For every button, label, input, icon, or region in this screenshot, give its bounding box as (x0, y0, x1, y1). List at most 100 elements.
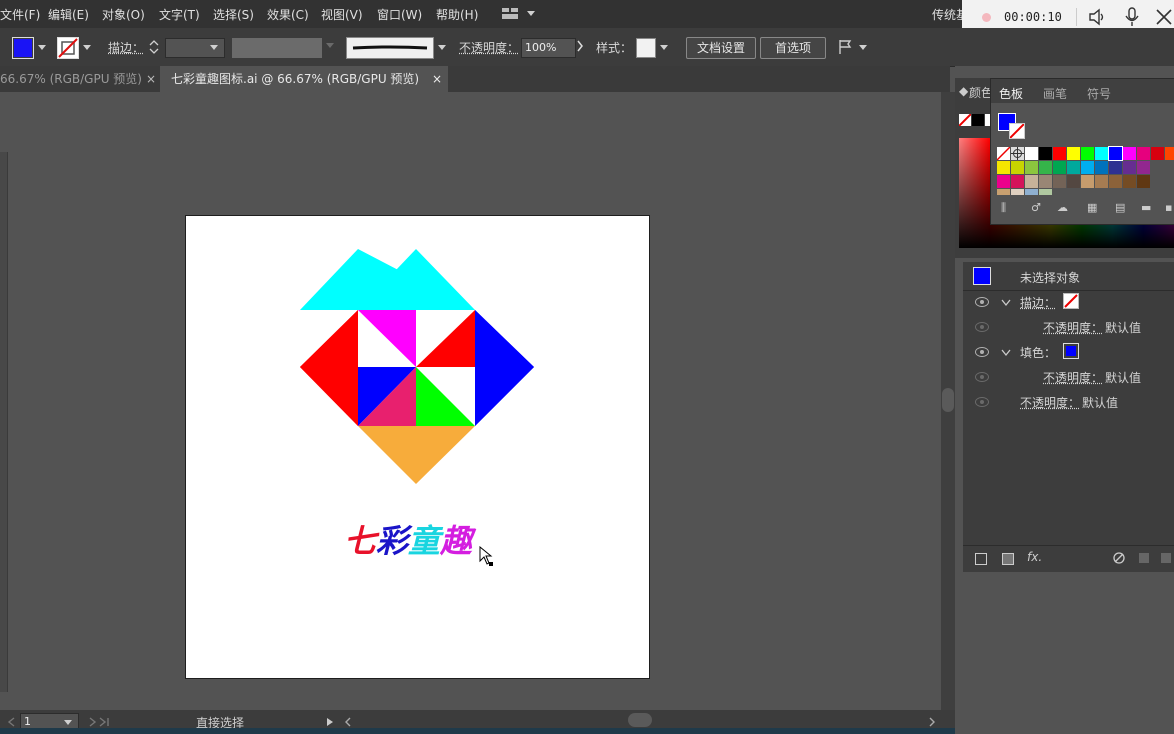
chevron-down-icon[interactable] (64, 720, 72, 725)
color-swatch[interactable] (1067, 175, 1080, 188)
stroke-none-swatch[interactable] (1063, 293, 1079, 309)
chevron-down-icon[interactable] (660, 45, 668, 50)
visibility-eye-icon[interactable] (975, 297, 989, 307)
color-swatch[interactable] (1123, 175, 1136, 188)
menu-effect[interactable]: 效果(C) (267, 6, 309, 23)
collapse-icon[interactable]: ◆ (959, 84, 968, 98)
arrange-documents-icon[interactable] (838, 38, 856, 59)
tab-brushes[interactable]: 画笔 (1043, 85, 1067, 102)
color-swatch[interactable] (1053, 175, 1066, 188)
stroke-row-label[interactable]: 描边： (1020, 294, 1056, 311)
color-swatch[interactable] (1123, 161, 1136, 174)
color-swatch[interactable] (1109, 147, 1122, 160)
workspace-layout-icon[interactable] (502, 8, 518, 19)
chevron-down-icon[interactable] (210, 45, 218, 50)
artwork-graphic[interactable] (186, 216, 649, 678)
speaker-icon[interactable] (1088, 8, 1106, 29)
stroke-weight-stepper-icon[interactable] (149, 38, 159, 59)
color-swatch[interactable] (1081, 161, 1094, 174)
swatch-library-icon[interactable]: ⫼ (1001, 201, 1006, 215)
stroke-none-swatch[interactable] (57, 37, 79, 59)
fill-row-swatch[interactable] (1063, 343, 1079, 359)
stroke-indicator[interactable] (1009, 123, 1025, 139)
color-swatch[interactable] (1123, 147, 1136, 160)
color-swatch[interactable] (1095, 147, 1108, 160)
pattern-swatch[interactable] (1025, 189, 1038, 195)
chevron-down-icon[interactable] (83, 45, 91, 50)
color-swatch[interactable] (1039, 147, 1052, 160)
vertical-scroll-thumb[interactable] (942, 388, 954, 412)
color-group-icon[interactable]: ▤ (1115, 201, 1125, 214)
swatch-options-icon[interactable]: ▦ (1087, 201, 1097, 214)
variable-width-profile[interactable] (232, 38, 322, 58)
menu-object[interactable]: 对象(O) (102, 6, 145, 23)
color-swatch[interactable] (1095, 161, 1108, 174)
close-icon[interactable] (1156, 9, 1172, 28)
color-swatch[interactable] (1137, 175, 1150, 188)
color-swatch[interactable] (1151, 147, 1164, 160)
menu-view[interactable]: 视图(V) (321, 6, 363, 23)
object-opacity-label[interactable]: 不透明度： (1020, 394, 1080, 411)
close-icon[interactable]: × (146, 66, 156, 92)
color-swatch[interactable] (1109, 161, 1122, 174)
stroke-opacity-label[interactable]: 不透明度： (1043, 319, 1103, 336)
color-swatch[interactable] (1137, 161, 1150, 174)
chevron-down-icon[interactable] (1001, 346, 1011, 360)
microphone-icon[interactable] (1124, 7, 1140, 30)
close-icon[interactable]: × (432, 66, 442, 92)
menu-window[interactable]: 窗口(W) (377, 6, 422, 23)
tab-symbols[interactable]: 符号 (1087, 85, 1111, 102)
graphic-style-swatch[interactable] (636, 38, 656, 58)
menu-select[interactable]: 选择(S) (213, 6, 254, 23)
preferences-button[interactable]: 首选项 (760, 37, 826, 59)
add-effect-icon[interactable]: fx. (1027, 550, 1042, 564)
color-swatch[interactable] (1109, 175, 1122, 188)
chevron-right-icon[interactable] (576, 39, 584, 56)
new-group-folder-icon[interactable]: ▬ (1141, 201, 1151, 214)
fill-opacity-label[interactable]: 不透明度： (1043, 369, 1103, 386)
chevron-down-icon[interactable] (438, 45, 446, 50)
color-swatch[interactable] (1067, 147, 1080, 160)
chevron-down-icon[interactable] (859, 45, 867, 50)
cloud-icon[interactable]: ☁ (1057, 201, 1068, 214)
color-swatch[interactable] (1025, 161, 1038, 174)
horizontal-scroll-thumb[interactable] (628, 713, 652, 727)
new-swatch-icon[interactable]: ▪ (1165, 201, 1172, 214)
pattern-swatch[interactable] (1011, 189, 1024, 195)
add-stroke-icon[interactable] (975, 553, 987, 565)
none-swatch-icon[interactable] (997, 147, 1010, 160)
registration-swatch-icon[interactable] (1011, 147, 1024, 160)
black-swatch[interactable] (972, 114, 984, 126)
record-dot-icon[interactable] (982, 13, 991, 22)
chevron-down-icon[interactable] (1001, 296, 1011, 310)
color-swatch[interactable] (1053, 161, 1066, 174)
pattern-swatch[interactable] (1039, 189, 1052, 195)
pattern-swatch[interactable] (997, 189, 1010, 195)
color-swatch[interactable] (1081, 175, 1094, 188)
fill-row-label[interactable]: 填色： (1020, 344, 1056, 361)
color-swatch[interactable] (1011, 175, 1024, 188)
artboard[interactable]: 七彩童趣 (185, 215, 650, 679)
color-swatch[interactable] (1011, 161, 1024, 174)
show-kinds-icon[interactable]: ♂ (1031, 201, 1041, 214)
menu-help[interactable]: 帮助(H) (436, 6, 478, 23)
menu-type[interactable]: 文字(T) (159, 6, 200, 23)
tab-document-1[interactable]: 66.67% (RGB/GPU 预览) × (0, 66, 160, 92)
color-swatch[interactable] (1067, 161, 1080, 174)
visibility-eye-icon[interactable] (975, 372, 989, 382)
menu-file[interactable]: 文件(F) (0, 6, 40, 23)
chevron-down-icon[interactable] (38, 45, 46, 50)
color-swatch[interactable] (1025, 175, 1038, 188)
none-swatch-icon[interactable] (959, 114, 971, 126)
brush-definition[interactable] (346, 37, 434, 59)
color-swatch[interactable] (1165, 147, 1174, 160)
color-swatch[interactable] (1137, 147, 1150, 160)
clear-appearance-icon[interactable] (1113, 552, 1125, 567)
color-swatch[interactable] (1053, 147, 1066, 160)
opacity-input[interactable]: 100% (521, 38, 576, 58)
document-settings-button[interactable]: 文档设置 (686, 37, 756, 59)
color-swatch[interactable] (1095, 175, 1108, 188)
color-swatch[interactable] (1025, 147, 1038, 160)
visibility-eye-icon[interactable] (975, 347, 989, 357)
visibility-eye-icon[interactable] (975, 322, 989, 332)
